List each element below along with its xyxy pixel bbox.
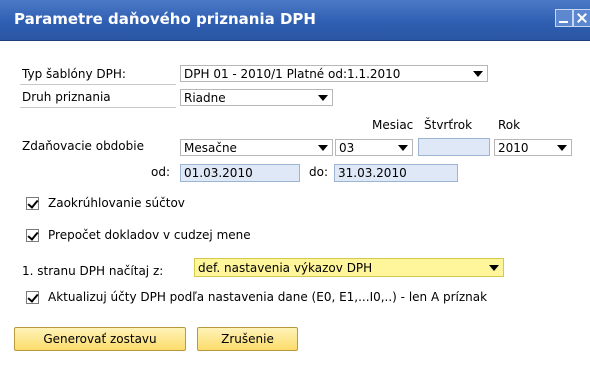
foreign-currency-label: Prepočet dokladov v cudzej mene [48,228,251,242]
update-accounts-checkbox[interactable] [26,291,39,304]
first-page-label: 1. stranu DPH načítaj z: [22,264,164,278]
period-label: Zdaňovacie obdobie [22,139,144,153]
template-dropdown[interactable]: DPH 01 - 2010/1 Platné od:1.1.2010 [180,65,488,82]
first-page-value: def. nastavenia výkazov DPH [198,261,373,275]
return-type-dropdown[interactable]: Riadne [180,89,333,106]
minimize-button[interactable] [555,9,573,27]
chevron-down-icon [318,95,328,101]
checkmark-icon [27,197,39,209]
close-button[interactable] [573,9,590,27]
chevron-down-icon [398,145,408,151]
minimize-icon [559,21,568,23]
chevron-down-icon [473,71,483,77]
chevron-down-icon [318,145,328,151]
month-dropdown[interactable]: 03 [335,139,413,156]
month-value: 03 [339,141,355,155]
return-type-label: Druh priznania [22,90,111,104]
date-from-value: 01.03.2010 [184,166,253,180]
cancel-button[interactable]: Zrušenie [197,327,298,351]
template-value: DPH 01 - 2010/1 Platné od:1.1.2010 [184,67,401,81]
year-header: Rok [498,118,521,132]
title-bar: Parametre daňového priznania DPH [0,0,590,41]
rounding-label: Zaokrúhlovanie súčtov [48,196,185,210]
date-from-field[interactable]: 01.03.2010 [180,164,300,182]
date-from-label: od: [151,165,171,179]
template-label-underline [20,84,176,85]
month-header: Mesiac [372,118,414,132]
foreign-currency-checkbox[interactable] [26,229,39,242]
window-title: Parametre daňového priznania DPH [14,10,316,28]
checkmark-icon [27,229,39,241]
return-type-value: Riadne [184,91,226,105]
rounding-checkbox[interactable] [26,197,39,210]
template-label: Typ šablóny DPH: [22,67,126,81]
date-to-label: do: [309,165,329,179]
update-accounts-label: Aktualizuj účty DPH podľa nastavenia dan… [48,290,488,304]
chevron-down-icon [489,265,499,271]
generate-report-button[interactable]: Generovať zostavu [14,327,186,351]
chevron-down-icon [557,145,567,151]
year-value: 2010 [498,141,529,155]
checkmark-icon [27,291,39,303]
date-to-value: 31.03.2010 [338,166,407,180]
return-type-underline [20,107,176,108]
date-to-field[interactable]: 31.03.2010 [334,164,458,182]
quarter-field[interactable] [418,138,490,156]
quarter-header: Štvrťrok [424,118,473,132]
year-dropdown[interactable]: 2010 [494,139,572,156]
period-value: Mesačne [184,141,237,155]
period-dropdown[interactable]: Mesačne [180,139,333,156]
first-page-dropdown[interactable]: def. nastavenia výkazov DPH [194,258,504,277]
